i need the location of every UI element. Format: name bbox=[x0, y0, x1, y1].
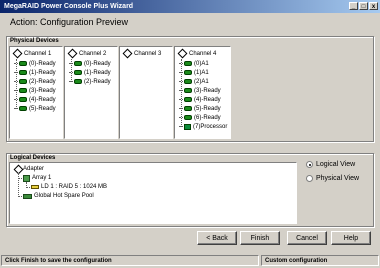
physical-devices-group: Physical Devices Channel 1 (0)-Ready (1)… bbox=[6, 36, 374, 142]
action-heading: Action: Configuration Preview bbox=[10, 17, 129, 27]
disk-icon bbox=[19, 97, 27, 102]
maximize-button[interactable]: □ bbox=[359, 2, 368, 10]
channel-icon bbox=[12, 48, 23, 59]
disk-icon bbox=[184, 79, 192, 84]
channel-panel[interactable]: Channel 1 (0)-Ready (1)-Ready (2)-Ready … bbox=[9, 46, 63, 139]
window-title: MegaRAID Power Console Plus Wizard bbox=[4, 3, 134, 10]
disk-icon bbox=[184, 70, 192, 75]
disk-icon bbox=[184, 106, 192, 111]
help-button[interactable]: Help bbox=[331, 231, 371, 245]
device-item[interactable]: (5)-Ready bbox=[14, 105, 56, 112]
channel-label: Channel 2 bbox=[79, 50, 107, 57]
close-button[interactable]: x bbox=[369, 2, 378, 10]
logical-tree[interactable]: Adapter Array 1 LD 1 : RAID 5 : 1024 MB … bbox=[9, 162, 297, 224]
device-item[interactable]: (2)-Ready bbox=[69, 78, 111, 85]
disk-icon bbox=[184, 115, 192, 120]
channel-label: Channel 3 bbox=[134, 50, 162, 57]
device-item[interactable]: (4)-Ready bbox=[179, 96, 221, 103]
disk-icon bbox=[19, 79, 27, 84]
device-item[interactable]: (7)Processor bbox=[179, 123, 227, 130]
cancel-button[interactable]: Cancel bbox=[287, 231, 327, 245]
tree-logical-drive[interactable]: LD 1 : RAID 5 : 1024 MB bbox=[26, 183, 107, 191]
disk-icon bbox=[19, 88, 27, 93]
channel-panel[interactable]: Channel 4 (0)A1 (1)A1 (2)A1 (3)-Ready (4… bbox=[174, 46, 231, 139]
device-item[interactable]: (1)-Ready bbox=[14, 69, 56, 76]
channel-panel[interactable]: Channel 2 (0)-Ready (1)-Ready (2)-Ready bbox=[64, 46, 118, 139]
device-item[interactable]: (1)-Ready bbox=[69, 69, 111, 76]
minimize-button[interactable]: _ bbox=[349, 2, 358, 10]
device-item[interactable]: (3)-Ready bbox=[14, 87, 56, 94]
disk-icon bbox=[184, 97, 192, 102]
status-message: Click Finish to save the configuration bbox=[1, 255, 259, 266]
radio-selected-icon bbox=[306, 161, 313, 168]
channel-panel[interactable]: Channel 3 bbox=[119, 46, 173, 139]
channel-icon bbox=[122, 48, 133, 59]
array-icon bbox=[23, 174, 30, 182]
channel-label: Channel 1 bbox=[24, 50, 52, 57]
tree-adapter[interactable]: Adapter bbox=[13, 164, 44, 174]
physical-empty-area bbox=[233, 46, 367, 137]
hot-spare-icon bbox=[23, 193, 32, 199]
disk-icon bbox=[19, 61, 27, 66]
tree-hot-spare-pool[interactable]: Global Hot Spare Pool bbox=[18, 192, 94, 200]
device-item[interactable]: (3)-Ready bbox=[179, 87, 221, 94]
physical-view-radio[interactable]: Physical View bbox=[306, 175, 359, 182]
logical-devices-label: Logical Devices bbox=[10, 155, 56, 161]
device-item[interactable]: (0)-Ready bbox=[69, 60, 111, 67]
back-button[interactable]: < Back bbox=[197, 231, 237, 245]
logical-devices-group: Logical Devices Adapter Array 1 LD 1 : R… bbox=[6, 153, 374, 227]
disk-icon bbox=[19, 70, 27, 75]
device-item[interactable]: (2)-Ready bbox=[14, 78, 56, 85]
device-item[interactable]: (0)A1 bbox=[179, 60, 209, 67]
disk-icon bbox=[184, 61, 192, 66]
tree-array[interactable]: Array 1 bbox=[18, 174, 51, 182]
disk-icon bbox=[19, 106, 27, 111]
channel-header[interactable]: Channel 4 bbox=[177, 48, 217, 59]
channel-icon bbox=[67, 48, 78, 59]
status-mode: Custom configuration bbox=[261, 255, 379, 266]
disk-icon bbox=[74, 79, 82, 84]
device-item[interactable]: (4)-Ready bbox=[14, 96, 56, 103]
processor-icon bbox=[184, 123, 191, 130]
logical-drive-icon bbox=[31, 185, 39, 189]
channel-header[interactable]: Channel 1 bbox=[12, 48, 52, 59]
device-item[interactable]: (5)-Ready bbox=[179, 105, 221, 112]
radio-unselected-icon bbox=[306, 175, 313, 182]
channel-icon bbox=[177, 48, 188, 59]
window-title-bar[interactable]: MegaRAID Power Console Plus Wizard _ □ x bbox=[0, 0, 380, 13]
logical-view-radio[interactable]: Logical View bbox=[306, 161, 355, 168]
finish-button[interactable]: Finish bbox=[240, 231, 280, 245]
channel-label: Channel 4 bbox=[189, 50, 217, 57]
device-item[interactable]: (6)-Ready bbox=[179, 114, 221, 121]
physical-devices-label: Physical Devices bbox=[10, 38, 59, 44]
device-item[interactable]: (2)A1 bbox=[179, 78, 209, 85]
device-item[interactable]: (1)A1 bbox=[179, 69, 209, 76]
channel-header[interactable]: Channel 2 bbox=[67, 48, 107, 59]
disk-icon bbox=[184, 88, 192, 93]
device-item[interactable]: (0)-Ready bbox=[14, 60, 56, 67]
channel-header[interactable]: Channel 3 bbox=[122, 48, 162, 59]
disk-icon bbox=[74, 61, 82, 66]
disk-icon bbox=[74, 70, 82, 75]
